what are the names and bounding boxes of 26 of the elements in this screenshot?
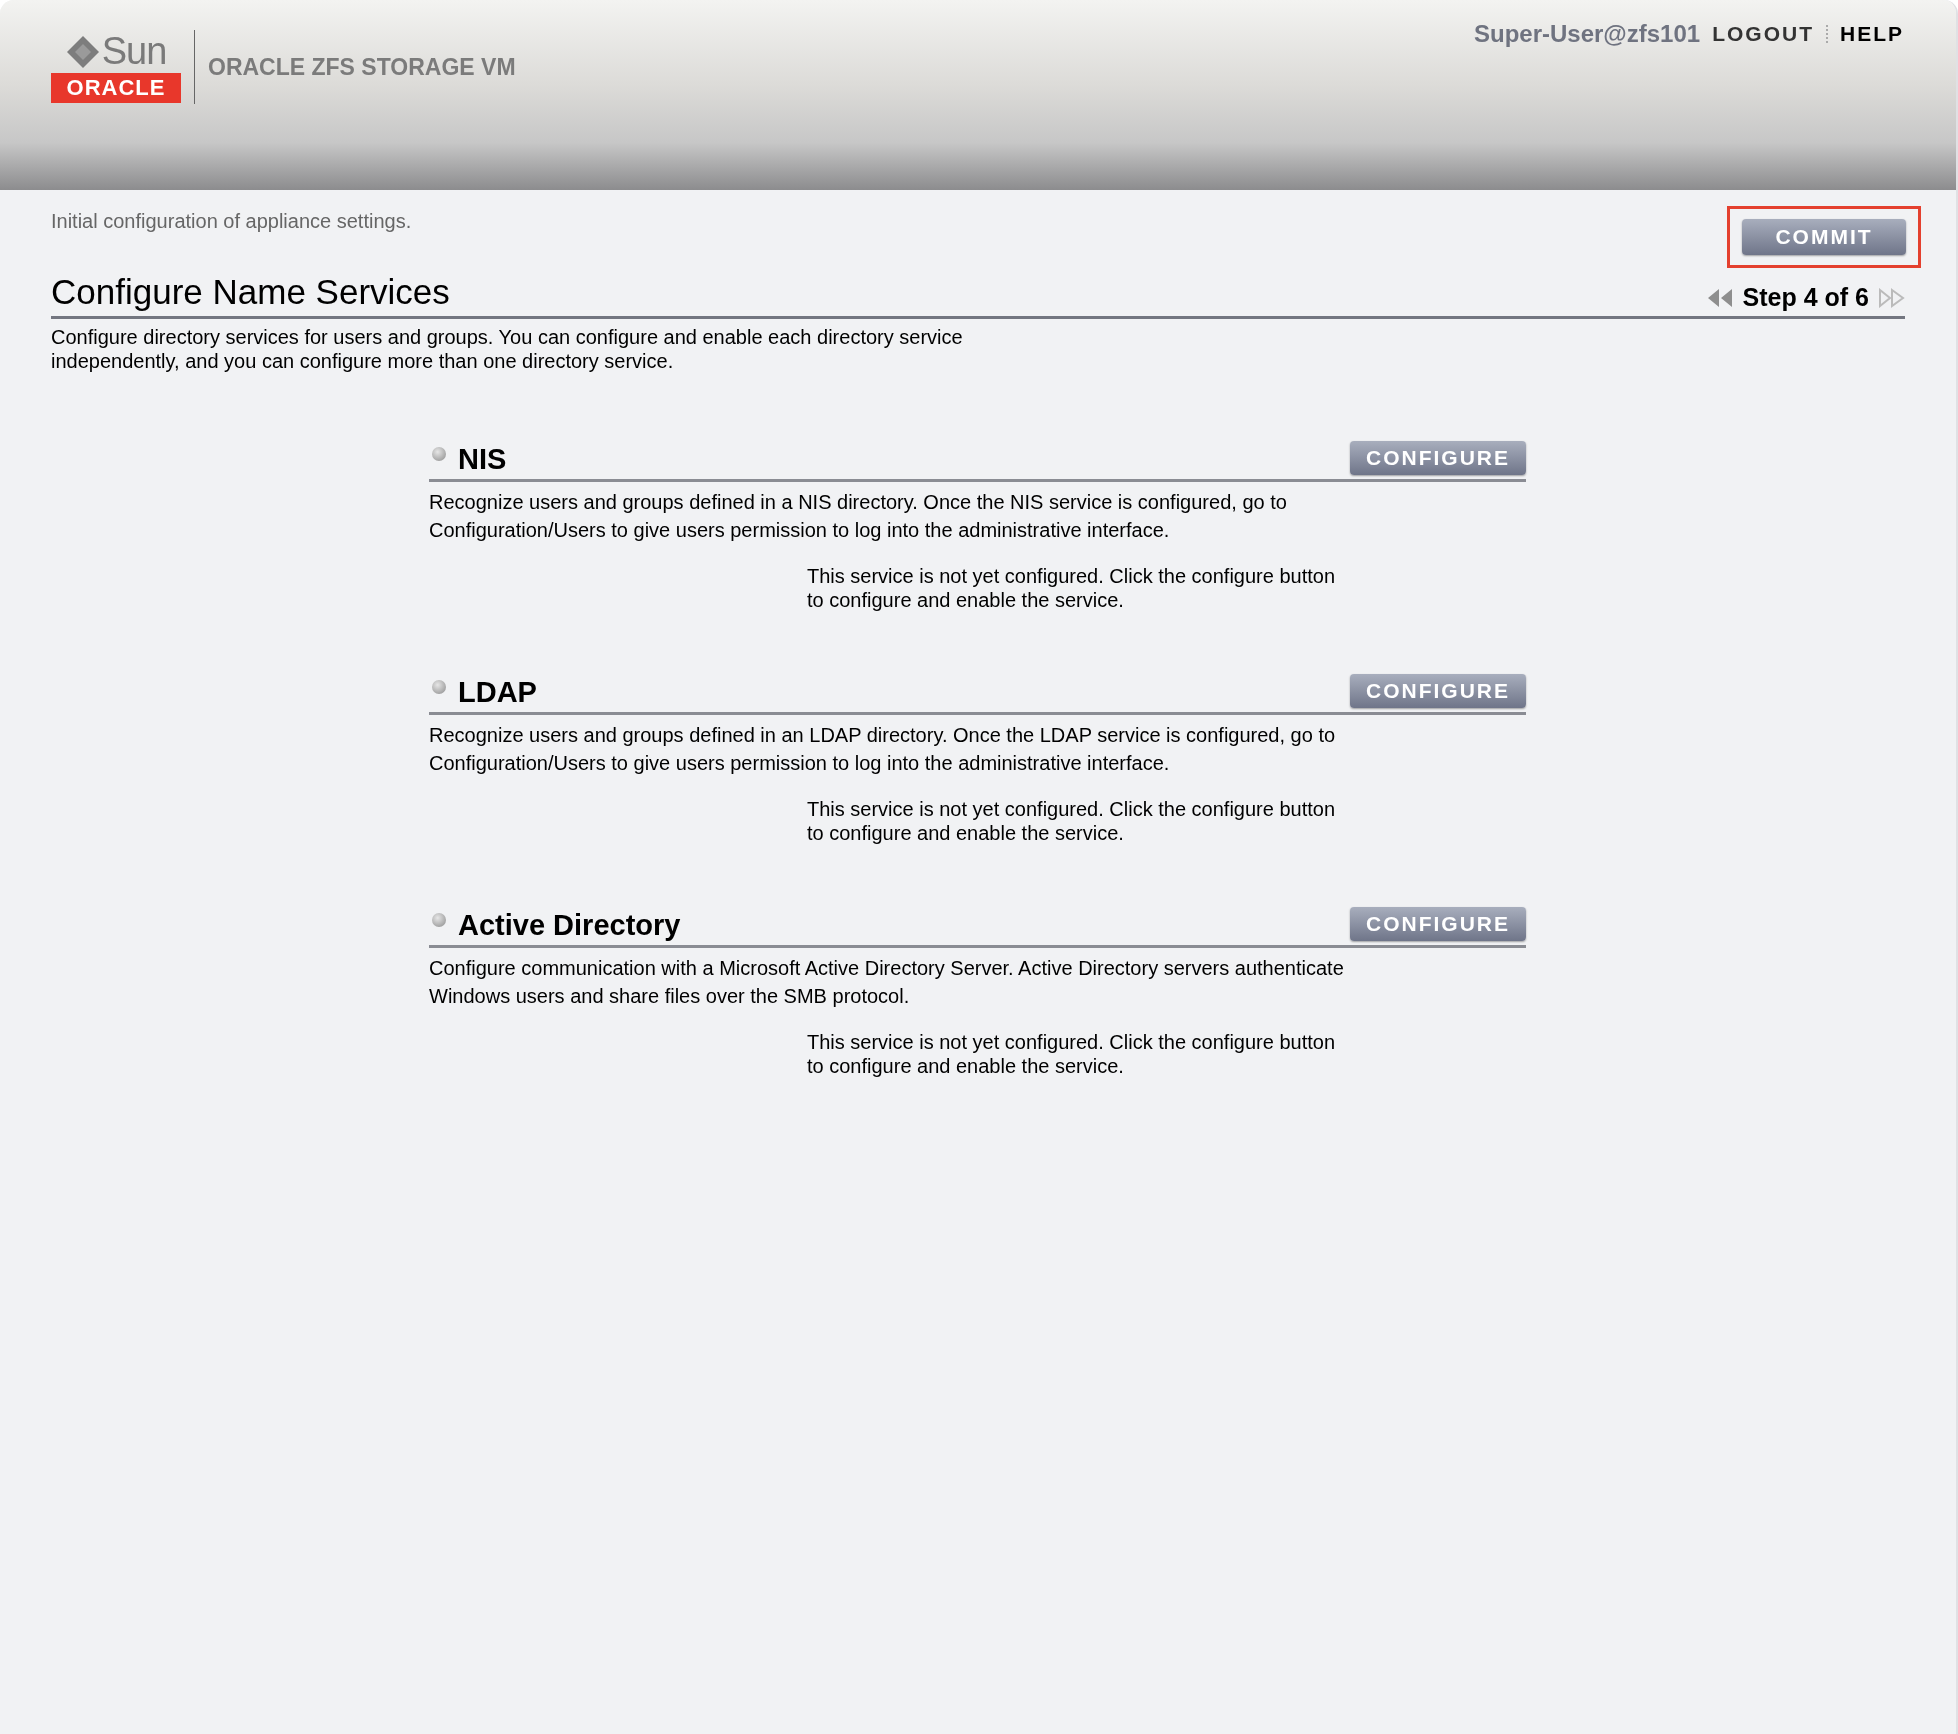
service-description: Recognize users and groups defined in a NIS directory. Once the NIS service is configured, go to Configuration/Users to give users permission to log into the administrative interface. <box>429 490 1288 543</box>
service-status: This service is not yet configured. Click the configure button to configure and enable the service. <box>807 1030 1337 1078</box>
service-title: Active Directory <box>458 908 681 942</box>
previous-step-icon[interactable] <box>1706 287 1733 308</box>
service-title: LDAP <box>458 675 537 709</box>
service-title: NIS <box>458 442 507 476</box>
header-link[interactable]: HELP <box>1840 22 1904 46</box>
header-link[interactable]: LOGOUT <box>1712 22 1814 46</box>
configure-button[interactable]: CONFIGURE <box>1350 441 1526 475</box>
user-name: Super-User@zfs101 <box>1474 20 1701 48</box>
page-subtitle: Initial configuration of appliance settings. <box>51 210 412 233</box>
service-status: This service is not yet configured. Click the configure button to configure and enable the service. <box>807 797 1337 845</box>
service-status: This service is not yet configured. Click the configure button to configure and enable the service. <box>807 564 1337 612</box>
diamond-logo-icon <box>65 34 100 69</box>
next-step-icon[interactable] <box>1879 287 1905 308</box>
page-title: Configure Name Services <box>51 272 450 312</box>
configure-button[interactable]: CONFIGURE <box>1350 907 1526 941</box>
configure-button[interactable]: CONFIGURE <box>1350 674 1526 708</box>
step-indicator: Step 4 of 6 <box>1742 283 1869 312</box>
product-name: ORACLE ZFS STORAGE VM <box>208 54 516 81</box>
service-description: Recognize users and groups defined in an LDAP directory. Once the LDAP service is configured, go to Configuration/Users to give users permission to log into the administrative interface. <box>429 723 1337 776</box>
page-description: Configure directory services for users and groups. You can configure and enable each directory service independently, and you can configure more than one directory service. <box>51 325 964 373</box>
oracle-logo: ORACLE <box>51 73 181 103</box>
sun-logo-text: Sun <box>101 30 167 73</box>
commit-button[interactable]: COMMIT <box>1742 219 1906 255</box>
service-description: Configure communication with a Microsoft Active Directory Server. Active Directory servers authenticate Windows users and share files over the SMB protocol. <box>429 956 1345 1009</box>
